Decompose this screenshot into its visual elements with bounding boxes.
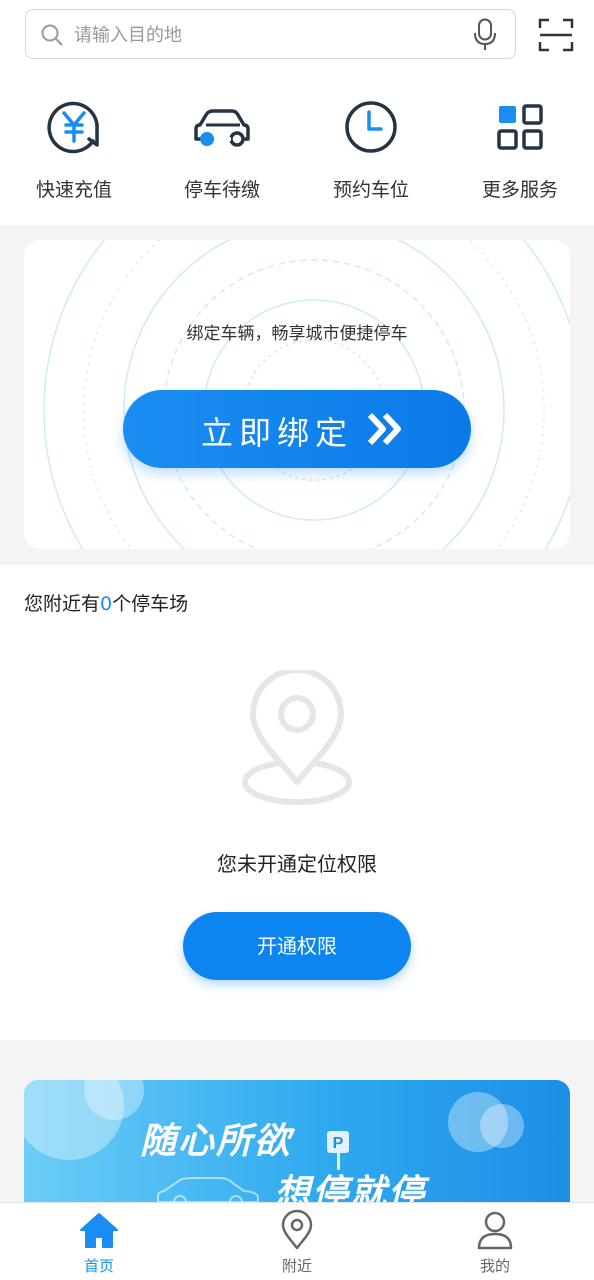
- tab-mine[interactable]: 我的: [396, 1203, 594, 1280]
- scan-icon[interactable]: [538, 17, 574, 53]
- tab-label: 首页: [83, 1257, 114, 1275]
- tab-label: 我的: [479, 1257, 510, 1275]
- tab-nearby[interactable]: 附近: [198, 1203, 396, 1280]
- service-label: 快速充值: [35, 179, 112, 201]
- grid-icon: [497, 104, 543, 150]
- bind-now-button[interactable]: 立即绑定: [123, 390, 471, 468]
- header: [0, 0, 594, 70]
- car-icon: [194, 109, 250, 147]
- nearby-count-title: 您附近有0个停车场: [24, 589, 188, 616]
- tab-home[interactable]: 首页: [0, 1203, 198, 1280]
- bind-tagline: 绑定车辆，畅享城市便捷停车: [186, 324, 408, 344]
- promo-banner[interactable]: P 随心所欲 想停就停: [24, 1080, 570, 1220]
- home-icon: [80, 1213, 118, 1248]
- bind-button-label: 立即绑定: [201, 414, 354, 452]
- bind-vehicle-card: 绑定车辆，畅享城市便捷停车 立即绑定: [24, 240, 570, 549]
- yuan-recharge-icon: [47, 101, 99, 154]
- service-label: 更多服务: [481, 179, 558, 201]
- no-location-permission-text: 您未开通定位权限: [217, 852, 377, 876]
- location-pin-icon: [242, 670, 352, 805]
- nearby-suffix: 个停车场: [112, 593, 189, 615]
- service-parking-pending[interactable]: 停车待缴: [157, 95, 287, 210]
- bottom-tab-bar: 首页 附近 我的: [0, 1202, 594, 1280]
- location-pin-icon: [281, 1209, 313, 1250]
- service-reserve-spot[interactable]: 预约车位: [306, 95, 436, 210]
- nearby-count: 0: [100, 593, 113, 615]
- clock-icon: [345, 101, 397, 153]
- microphone-icon[interactable]: [472, 18, 498, 52]
- search-icon: [41, 24, 63, 46]
- enable-permission-button[interactable]: 开通权限: [183, 912, 411, 980]
- search-bar[interactable]: [25, 9, 516, 59]
- service-more[interactable]: 更多服务: [455, 95, 585, 210]
- tab-label: 附近: [281, 1257, 312, 1275]
- nearby-prefix: 您附近有: [24, 593, 101, 615]
- service-quick-recharge[interactable]: 快速充值: [9, 95, 139, 210]
- nearby-parking-section: 您附近有0个停车场 您未开通定位权限 开通权限: [0, 565, 594, 1040]
- service-label: 停车待缴: [183, 179, 260, 201]
- banner-headline-1: 随心所欲: [140, 1121, 293, 1162]
- service-label: 预约车位: [332, 179, 409, 201]
- banner-bubble: [480, 1104, 524, 1148]
- user-icon: [477, 1211, 513, 1250]
- double-chevron-right-icon: [367, 412, 401, 446]
- home-page: 快速充值 停车待缴 预约车位: [0, 0, 594, 1280]
- parking-mark-text: P: [333, 1135, 344, 1152]
- search-input[interactable]: [74, 18, 454, 52]
- quick-services: 快速充值 停车待缴 预约车位 更多服务: [0, 70, 594, 225]
